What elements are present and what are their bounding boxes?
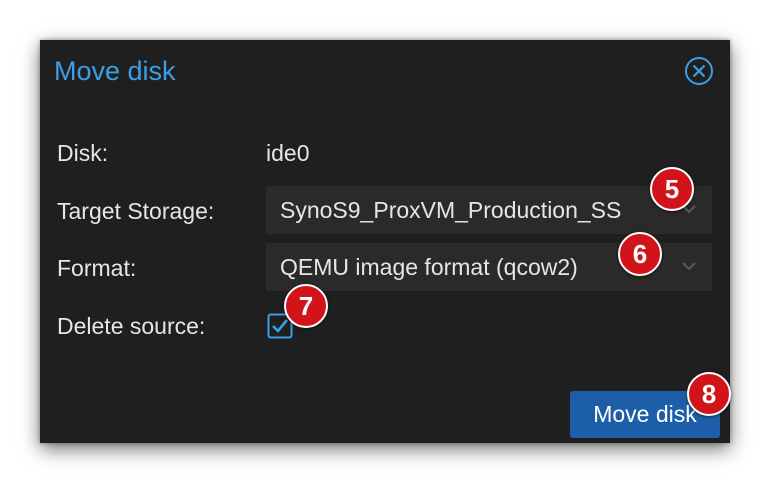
- format-value: QEMU image format (qcow2): [280, 254, 578, 280]
- delete-source-label: Delete source:: [57, 313, 206, 339]
- annotation-badge-8: 8: [687, 372, 731, 416]
- target-storage-value: SynoS9_ProxVM_Production_SS: [280, 197, 622, 223]
- dialog-title: Move disk: [54, 56, 176, 86]
- annotation-badge-5: 5: [650, 167, 694, 211]
- close-icon[interactable]: [684, 56, 714, 86]
- annotation-badge-7: 7: [284, 284, 328, 328]
- target-storage-label: Target Storage:: [57, 198, 215, 224]
- annotation-badge-6: 6: [618, 232, 662, 276]
- chevron-down-icon[interactable]: [680, 259, 698, 273]
- format-label: Format:: [57, 255, 137, 281]
- disk-value: ide0: [266, 140, 310, 166]
- target-storage-select[interactable]: SynoS9_ProxVM_Production_SS: [266, 186, 712, 234]
- disk-label: Disk:: [57, 140, 109, 166]
